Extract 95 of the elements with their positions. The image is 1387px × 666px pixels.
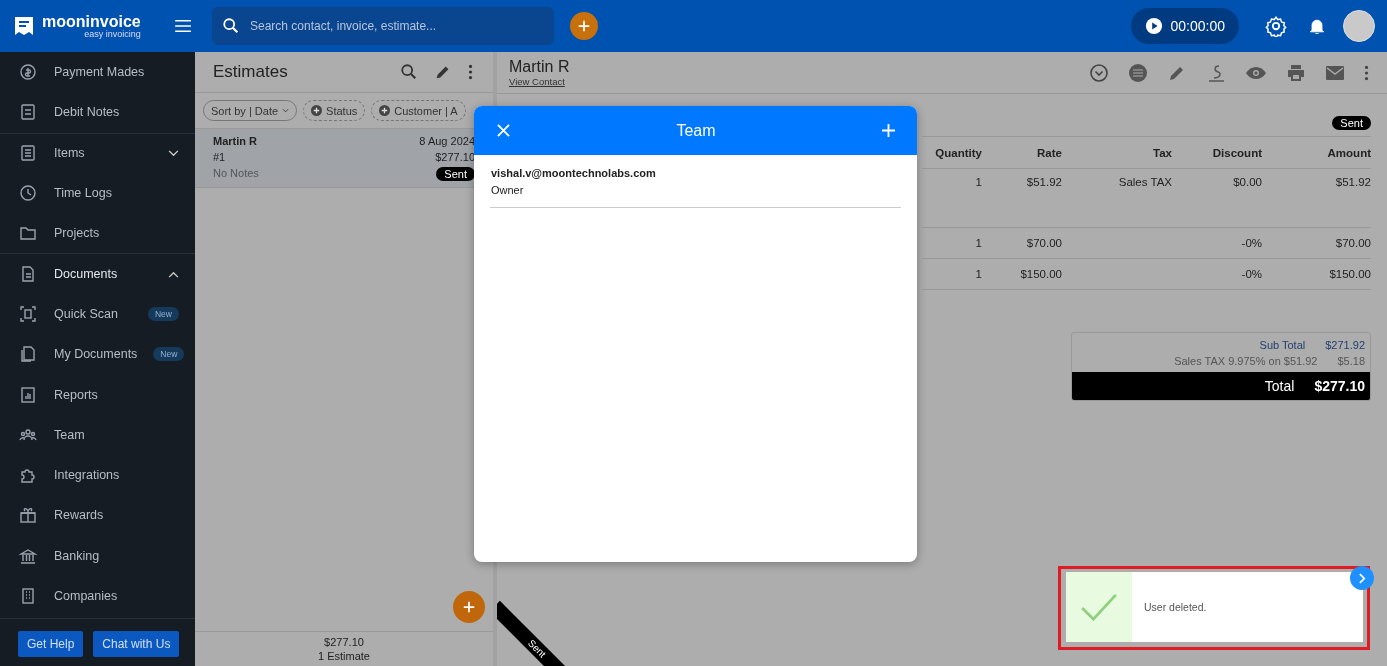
table-cell-text: Sales TAX xyxy=(1117,176,1172,188)
more-icon[interactable] xyxy=(1364,64,1369,81)
gift-icon xyxy=(18,505,38,526)
scan-icon xyxy=(18,303,38,324)
column-header: Discount xyxy=(1211,146,1262,159)
table-cell-text: $70.00 xyxy=(1025,237,1062,249)
customer-name: Martin R xyxy=(509,58,571,76)
menu-icon[interactable] xyxy=(174,19,192,33)
total-value: $277.10 xyxy=(1314,378,1365,394)
sidebar-item[interactable]: Debit Notes xyxy=(0,92,195,133)
status-badge: Sent xyxy=(436,167,475,181)
total-value: $5.18 xyxy=(1337,355,1365,367)
table-cell-text: $70.00 xyxy=(1334,237,1371,249)
column-header: Rate xyxy=(1036,146,1062,159)
payment-icon xyxy=(18,62,38,83)
table-cell-text: -0% xyxy=(1240,268,1262,280)
docs-icon xyxy=(18,344,38,365)
footer-total: $277.10 xyxy=(324,636,364,648)
table-cell-text: $150.00 xyxy=(1328,268,1371,280)
note-icon xyxy=(18,102,38,123)
status-badge: Sent xyxy=(1332,116,1371,130)
sidebar-item[interactable]: Banking xyxy=(0,535,195,576)
sidebar-item[interactable]: Rewards xyxy=(0,495,195,536)
sidebar-item[interactable]: Projects xyxy=(0,213,195,254)
mail-icon[interactable] xyxy=(1325,64,1345,81)
add-icon[interactable] xyxy=(453,591,485,623)
close-icon[interactable] xyxy=(497,124,510,137)
sidebar-item[interactable]: Documents xyxy=(0,253,195,294)
panel-title: Estimates xyxy=(213,62,289,82)
search-field[interactable]: Search contact, invoice, estimate... xyxy=(212,7,554,45)
table-cell-text: 1 xyxy=(974,176,982,188)
table-cell-text: $0.00 xyxy=(1232,176,1262,188)
total-label: Total xyxy=(1263,378,1295,394)
table-cell-text: 1 xyxy=(974,268,982,280)
eye-icon[interactable] xyxy=(1245,65,1267,80)
check-icon xyxy=(1080,593,1118,621)
logo-tagline: easy invoicing xyxy=(84,29,141,39)
add-icon[interactable] xyxy=(570,12,598,40)
sidebar-item[interactable]: Quick Scan New xyxy=(0,293,195,335)
timer-text: 00:00:00 xyxy=(1170,18,1225,34)
plus-circle-icon xyxy=(379,105,391,116)
total-label: Sub Total xyxy=(1258,339,1306,351)
sidebar-item[interactable]: My Documents New xyxy=(0,334,195,375)
sidebar-item[interactable]: Payment Mades xyxy=(0,52,195,93)
footer-count: 1 Estimate xyxy=(318,650,370,662)
caret-icon xyxy=(282,108,290,113)
table-cell-text: 1 xyxy=(974,237,982,249)
view-contact-link[interactable]: View Contact xyxy=(509,76,1089,87)
column-header: Tax xyxy=(1152,146,1172,159)
table-cell-text: $150.00 xyxy=(1019,268,1062,280)
sidebar-item[interactable]: Time Logs xyxy=(0,172,195,214)
clock-icon xyxy=(18,183,38,204)
column-header: Quantity xyxy=(934,146,982,159)
table-cell-text: $51.92 xyxy=(1334,176,1371,188)
plus-circle-icon xyxy=(311,105,323,116)
sidebar-item[interactable]: Companies xyxy=(0,575,195,617)
table-cell-text: -0% xyxy=(1240,237,1262,249)
estimate-notes: No Notes xyxy=(213,167,259,181)
chevron-down-icon xyxy=(168,149,179,157)
list-icon xyxy=(18,143,38,164)
receipt-logo-icon xyxy=(12,14,36,38)
column-header: Amount xyxy=(1326,146,1371,159)
play-icon xyxy=(1144,17,1163,35)
sidebar-item[interactable]: Integrations xyxy=(0,454,195,496)
chevron-circle-icon[interactable] xyxy=(1089,62,1109,83)
estimate-amount: $277.10 xyxy=(435,151,475,163)
estimate-date: 8 Aug 2024 xyxy=(419,135,475,147)
chart-icon xyxy=(18,384,38,405)
avatar[interactable] xyxy=(1343,10,1375,42)
estimate-number: #1 xyxy=(213,151,226,163)
member-email: vishal.v@moontechnolabs.com xyxy=(491,167,657,179)
signature-icon[interactable] xyxy=(1206,62,1226,83)
search-icon[interactable] xyxy=(400,63,418,81)
new-badge: New xyxy=(148,306,179,321)
logo-name: mooninvoice xyxy=(42,13,141,30)
help-button[interactable]: Get Help xyxy=(18,631,84,657)
total-label: Sales TAX 9.975% on $51.92 xyxy=(1173,355,1318,367)
toast-message: User deleted. xyxy=(1143,601,1207,613)
printer-icon[interactable] xyxy=(1286,63,1306,82)
add-icon[interactable] xyxy=(882,124,895,137)
member-role: Owner xyxy=(491,184,525,196)
settings-icon[interactable] xyxy=(1265,15,1287,37)
chat-button[interactable]: Chat with Us xyxy=(93,631,180,657)
more-icon[interactable] xyxy=(468,64,473,80)
sidebar-item[interactable]: Team xyxy=(0,414,195,455)
total-value: $271.92 xyxy=(1325,339,1365,351)
dialog-title: Team xyxy=(676,121,716,140)
new-badge: New xyxy=(153,347,185,362)
sidebar-item[interactable]: Reports xyxy=(0,374,195,415)
table-cell-text: $51.92 xyxy=(1025,176,1062,188)
chevron-up-icon xyxy=(168,270,179,278)
sliders-icon[interactable] xyxy=(1128,62,1148,83)
customer-name: Martin R xyxy=(213,135,257,147)
timer-pill[interactable]: 00:00:00 xyxy=(1130,8,1239,44)
chevron-right-icon[interactable] xyxy=(1350,566,1374,590)
